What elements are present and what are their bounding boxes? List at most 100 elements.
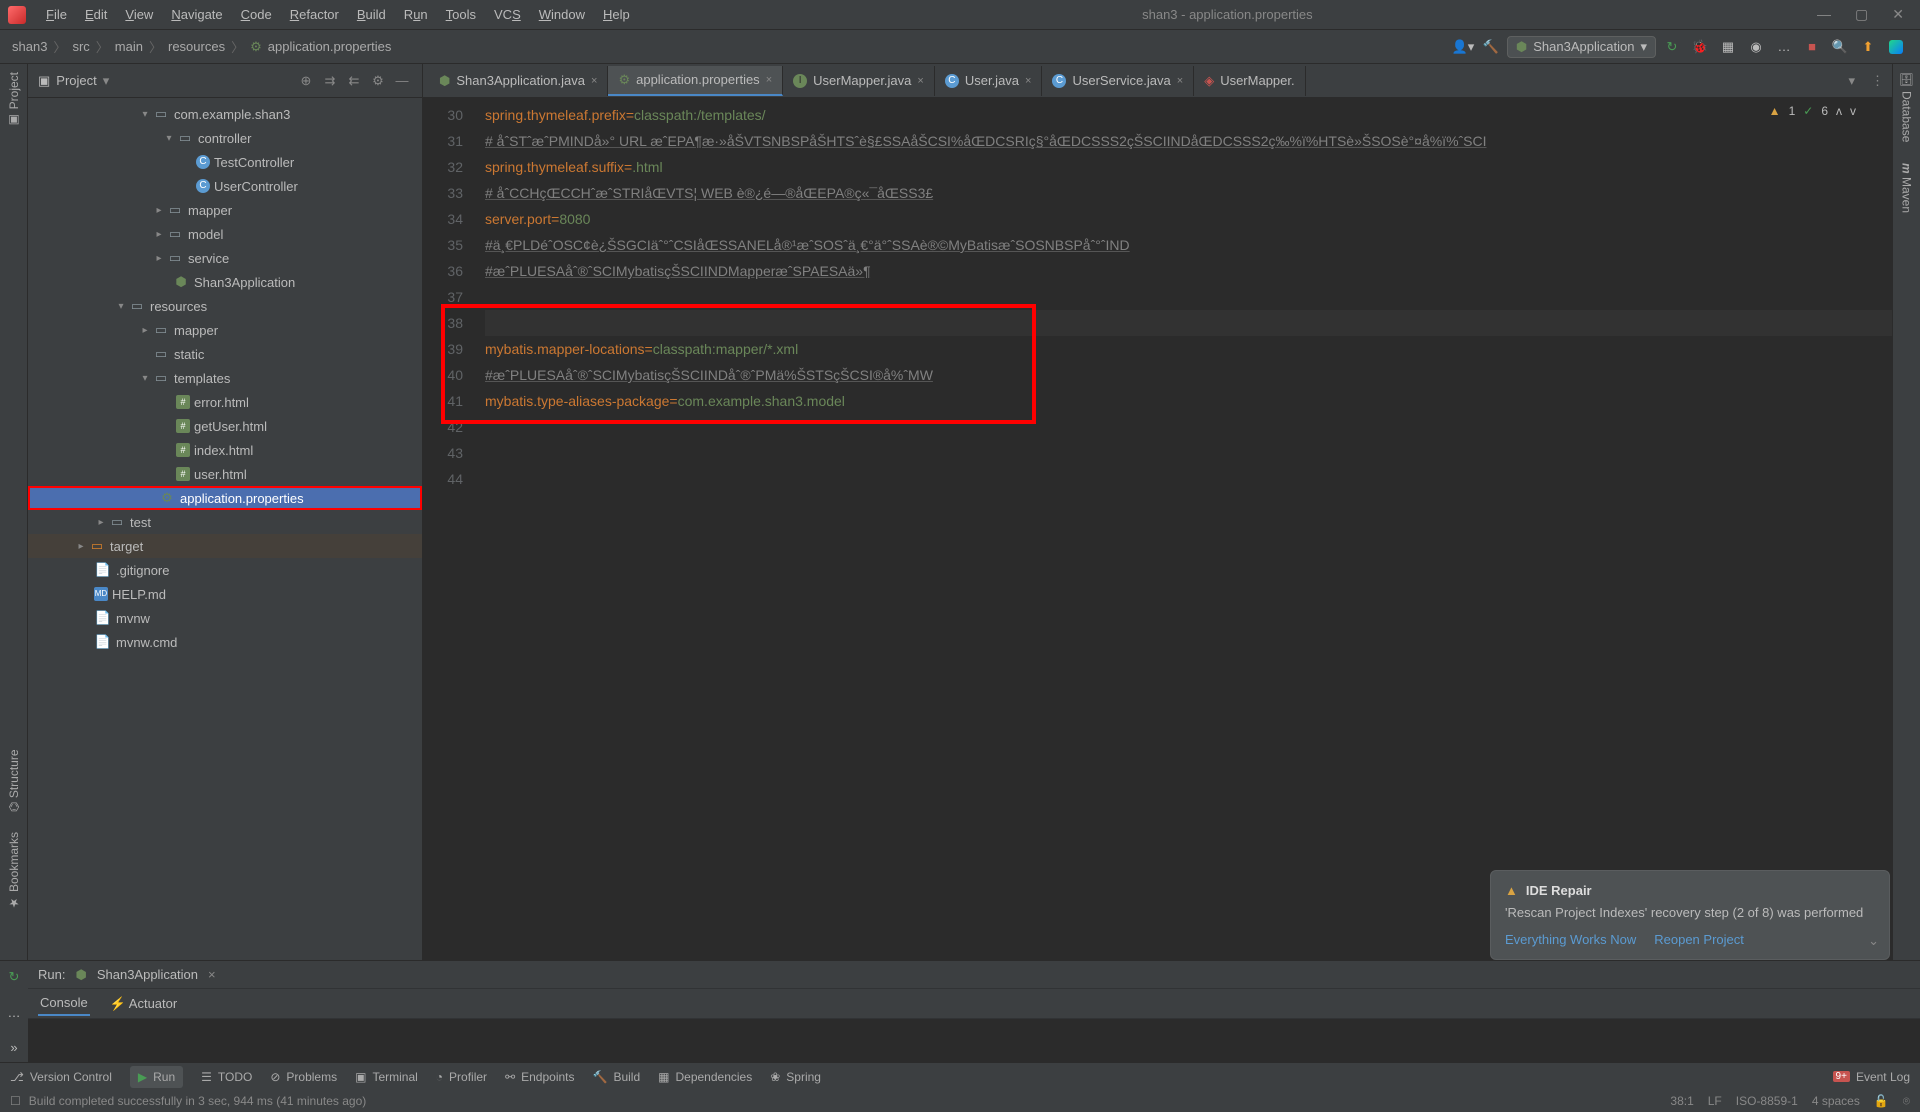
- menu-view[interactable]: View: [117, 3, 161, 26]
- bb-endpoints[interactable]: ⚯ Endpoints: [505, 1070, 574, 1084]
- close-icon[interactable]: ✕: [1892, 6, 1904, 23]
- structure-tab[interactable]: ⌬ Structure: [7, 749, 21, 812]
- project-tree[interactable]: ▾▭com.example.shan3 ▾▭controller CTestCo…: [28, 98, 422, 960]
- settings-icon[interactable]: ⚙: [368, 73, 388, 89]
- bb-deps[interactable]: ▦ Dependencies: [658, 1070, 752, 1084]
- menu-vcs[interactable]: VCS: [486, 3, 529, 26]
- coverage-icon[interactable]: ▦: [1716, 35, 1740, 59]
- inspection-widget[interactable]: ▲1 ✓6 ʌv: [1769, 104, 1856, 118]
- tabs-dropdown[interactable]: ▾: [1840, 73, 1863, 89]
- expand-icon[interactable]: ⇉: [320, 73, 340, 89]
- tree-static[interactable]: static: [174, 347, 204, 362]
- tree-test[interactable]: test: [130, 515, 151, 530]
- locate-icon[interactable]: ⊕: [296, 73, 316, 89]
- tree-resmapper[interactable]: mapper: [174, 323, 218, 338]
- tree-controller[interactable]: controller: [198, 131, 251, 146]
- bookmarks-tab[interactable]: ★ Bookmarks: [7, 832, 21, 910]
- tab-userservice[interactable]: CUserService.java×: [1042, 66, 1194, 96]
- status-indent[interactable]: 4 spaces: [1812, 1094, 1860, 1108]
- bb-problems[interactable]: ⊘ Problems: [270, 1070, 337, 1084]
- maven-tab[interactable]: m Maven: [1900, 163, 1914, 214]
- tree-templates[interactable]: templates: [174, 371, 230, 386]
- bb-eventlog[interactable]: 9+ Event Log: [1833, 1070, 1910, 1084]
- bb-run[interactable]: ▶ Run: [130, 1066, 183, 1088]
- menu-refactor[interactable]: Refactor: [282, 3, 347, 26]
- status-misc-icon[interactable]: ⌾: [1903, 1094, 1910, 1109]
- tab-shanapp[interactable]: ⬢Shan3Application.java×: [429, 66, 608, 96]
- run-config-select[interactable]: ⬢ Shan3Application ▾: [1507, 36, 1656, 58]
- tree-target[interactable]: target: [110, 539, 143, 554]
- run-more-icon[interactable]: …: [8, 1005, 21, 1020]
- editor-body[interactable]: ▲1 ✓6 ʌv 303132333435363738394041424344 …: [423, 98, 1892, 960]
- menu-help[interactable]: Help: [595, 3, 638, 26]
- project-tab[interactable]: ▣ Project: [7, 72, 21, 127]
- run-content[interactable]: [28, 1019, 1920, 1062]
- ide-icon[interactable]: [1884, 35, 1908, 59]
- menu-code[interactable]: Code: [233, 3, 280, 26]
- minimize-icon[interactable]: —: [1817, 6, 1831, 23]
- tab-usermapper[interactable]: IUserMapper.java×: [783, 66, 935, 96]
- tree-mvnw[interactable]: mvnw: [116, 611, 150, 626]
- status-lf[interactable]: LF: [1708, 1094, 1722, 1108]
- bb-vcs[interactable]: ⎇ Version Control: [10, 1070, 112, 1084]
- tree-userhtml[interactable]: user.html: [194, 467, 247, 482]
- run-tab-console[interactable]: Console: [38, 991, 90, 1016]
- debug-icon[interactable]: 🐞: [1688, 35, 1712, 59]
- run-overflow-icon[interactable]: »: [10, 1040, 17, 1055]
- crumb-project[interactable]: shan3: [12, 39, 47, 54]
- hide-icon[interactable]: —: [392, 73, 412, 89]
- tree-gitignore[interactable]: .gitignore: [116, 563, 169, 578]
- attach-icon[interactable]: …: [1772, 35, 1796, 59]
- notif-collapse-icon[interactable]: ⌄: [1868, 933, 1879, 949]
- tree-service[interactable]: service: [188, 251, 229, 266]
- crumb-file[interactable]: application.properties: [268, 39, 392, 54]
- notif-action-works[interactable]: Everything Works Now: [1505, 932, 1636, 947]
- menu-run[interactable]: Run: [396, 3, 436, 26]
- menu-edit[interactable]: Edit: [77, 3, 115, 26]
- update-icon[interactable]: ⬆: [1856, 35, 1880, 59]
- tabs-menu[interactable]: ⋮: [1863, 73, 1892, 89]
- menu-build[interactable]: Build: [349, 3, 394, 26]
- profile-icon[interactable]: ◉: [1744, 35, 1768, 59]
- tab-usermapper-xml[interactable]: ◈UserMapper.: [1194, 66, 1305, 96]
- bb-todo[interactable]: ☰ TODO: [201, 1070, 252, 1084]
- maximize-icon[interactable]: ▢: [1855, 6, 1868, 23]
- search-icon[interactable]: 🔍: [1828, 35, 1852, 59]
- status-enc[interactable]: ISO-8859-1: [1736, 1094, 1798, 1108]
- status-pos[interactable]: 38:1: [1670, 1094, 1693, 1108]
- tree-indexhtml[interactable]: index.html: [194, 443, 253, 458]
- notif-action-reopen[interactable]: Reopen Project: [1654, 932, 1744, 947]
- crumb-resources[interactable]: resources: [168, 39, 225, 54]
- bb-terminal[interactable]: ▣ Terminal: [355, 1070, 418, 1084]
- crumb-main[interactable]: main: [115, 39, 143, 54]
- tree-help[interactable]: HELP.md: [112, 587, 166, 602]
- menu-window[interactable]: Window: [531, 3, 593, 26]
- crumb-src[interactable]: src: [72, 39, 89, 54]
- tree-pkg[interactable]: com.example.shan3: [174, 107, 290, 122]
- tree-model[interactable]: model: [188, 227, 223, 242]
- tree-mapper[interactable]: mapper: [188, 203, 232, 218]
- bb-profiler[interactable]: ◔ Profiler: [436, 1070, 487, 1084]
- tab-appprops[interactable]: ⚙application.properties×: [608, 66, 783, 96]
- rerun-icon[interactable]: ↻: [1660, 35, 1684, 59]
- menu-navigate[interactable]: Navigate: [163, 3, 230, 26]
- menu-tools[interactable]: Tools: [438, 3, 484, 26]
- menu-file[interactable]: File: [38, 3, 75, 26]
- bb-spring[interactable]: ❀ Spring: [770, 1070, 821, 1084]
- bb-build[interactable]: 🔨 Build: [593, 1070, 641, 1084]
- code-area[interactable]: spring.thymeleaf.prefix=classpath:/templ…: [473, 98, 1892, 960]
- stop-icon[interactable]: ■: [1800, 35, 1824, 59]
- user-icon[interactable]: 👤▾: [1451, 35, 1475, 59]
- tree-testcontroller[interactable]: TestController: [214, 155, 294, 170]
- tree-resources[interactable]: resources: [150, 299, 207, 314]
- hammer-icon[interactable]: 🔨: [1479, 35, 1503, 59]
- tree-getuserhtml[interactable]: getUser.html: [194, 419, 267, 434]
- tree-appprops-selected[interactable]: ⚙application.properties: [28, 486, 422, 510]
- status-readonly-icon[interactable]: 🔓: [1874, 1094, 1889, 1108]
- tree-errorhtml[interactable]: error.html: [194, 395, 249, 410]
- tab-user[interactable]: CUser.java×: [935, 66, 1043, 96]
- rerun-run-icon[interactable]: ↻: [9, 969, 20, 985]
- run-tab-actuator[interactable]: ⚡ Actuator: [108, 992, 180, 1016]
- tree-usercontroller[interactable]: UserController: [214, 179, 298, 194]
- project-view-label[interactable]: Project: [56, 73, 96, 88]
